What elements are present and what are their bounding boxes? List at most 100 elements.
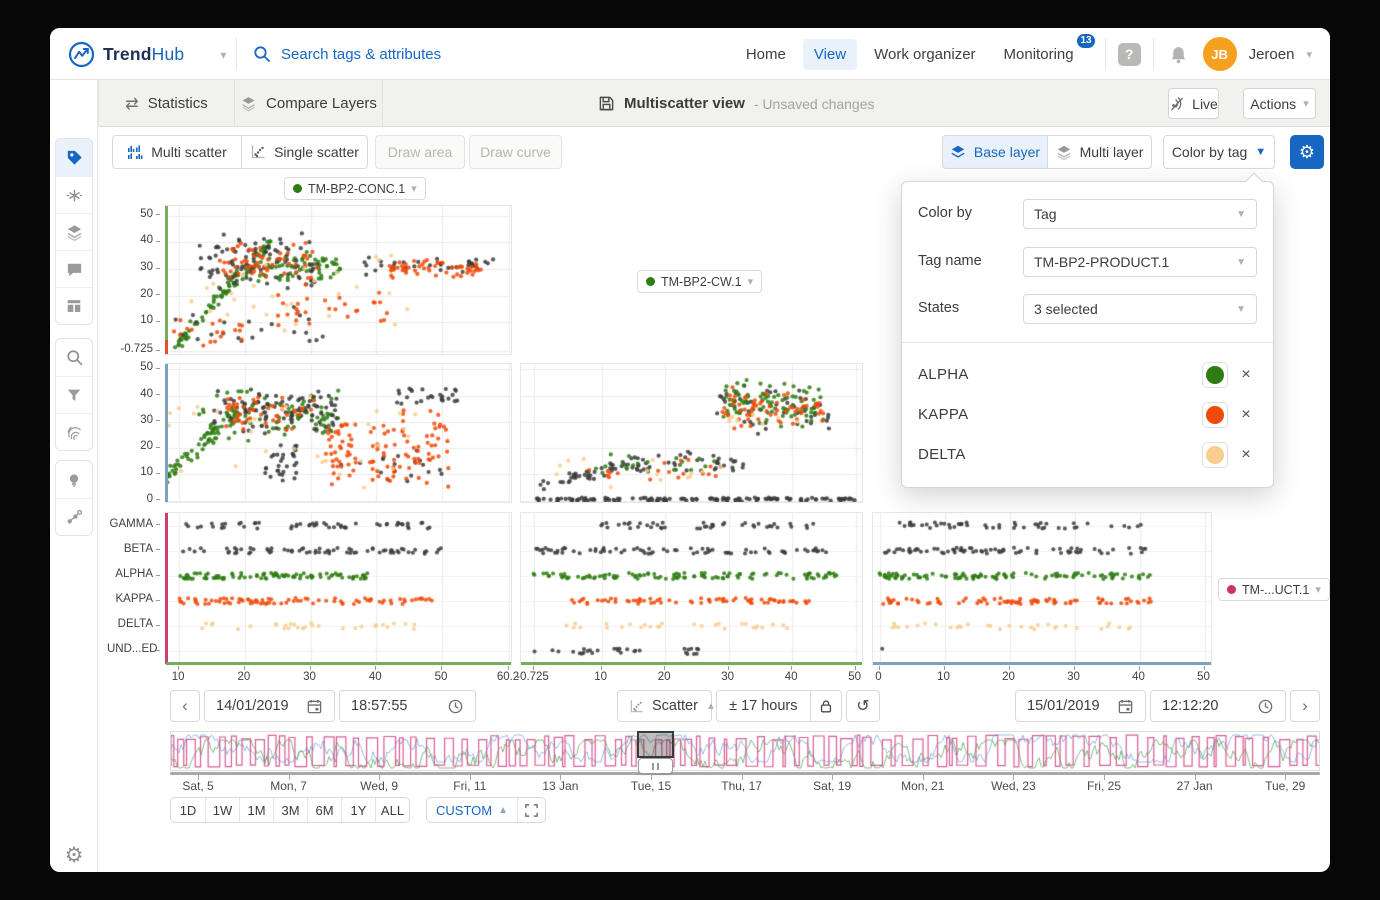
single-scatter-button[interactable]: Single scatter bbox=[242, 135, 368, 169]
sidebar-item-search[interactable] bbox=[56, 339, 92, 376]
state-row-delta: DELTA× bbox=[902, 441, 1273, 469]
state-color-swatch[interactable] bbox=[1202, 402, 1228, 428]
sidebar-item-comments[interactable] bbox=[56, 250, 92, 287]
scatter-plot-cw[interactable] bbox=[520, 363, 863, 503]
multi-layer-button[interactable]: Multi layer bbox=[1048, 135, 1152, 169]
start-date-input[interactable]: 14/01/2019 bbox=[204, 690, 335, 722]
search-placeholder: Search tags & attributes bbox=[281, 46, 441, 63]
sidebar-item-layers[interactable] bbox=[56, 213, 92, 250]
scatter-plot-cw-vs-conc[interactable] bbox=[165, 363, 512, 503]
save-icon[interactable] bbox=[598, 95, 615, 112]
settings-gear-icon[interactable]: ⚙ bbox=[50, 838, 98, 872]
user-menu-caret-icon[interactable]: ▾ bbox=[1306, 48, 1312, 61]
zoom-preset-1m[interactable]: 1M bbox=[239, 798, 273, 822]
remove-state-icon[interactable]: × bbox=[1236, 363, 1256, 387]
global-search[interactable]: Search tags & attributes bbox=[253, 28, 441, 80]
lock-duration-button[interactable] bbox=[811, 698, 841, 714]
color-by-tag-button[interactable]: Color by tag ▼ bbox=[1163, 135, 1275, 169]
strip-plot-product[interactable] bbox=[872, 512, 1212, 665]
timeline-canvas bbox=[171, 732, 1319, 770]
actions-button[interactable]: Actions ▾ bbox=[1243, 88, 1316, 119]
y-tick-label: 50 bbox=[107, 208, 153, 220]
sidebar-item-filter[interactable] bbox=[56, 376, 92, 413]
y-axis-accent bbox=[165, 340, 168, 354]
help-icon[interactable]: ? bbox=[1118, 43, 1141, 66]
end-date-input[interactable]: 15/01/2019 bbox=[1015, 690, 1146, 722]
draw-curve-button[interactable]: Draw curve bbox=[469, 135, 562, 169]
app-logo[interactable]: TrendHub ▾ bbox=[68, 41, 226, 68]
avatar[interactable]: JB bbox=[1203, 37, 1237, 71]
live-button[interactable]: Live bbox=[1168, 88, 1219, 119]
bell-icon[interactable] bbox=[1166, 44, 1191, 65]
timeline-selection-window[interactable] bbox=[637, 731, 674, 758]
chart-mode-dropdown[interactable]: Scatter ▲ bbox=[617, 690, 712, 722]
state-color-swatch[interactable] bbox=[1202, 442, 1228, 468]
sidebar-item-fingerprint[interactable] bbox=[56, 413, 92, 450]
y-axis-line bbox=[165, 513, 168, 664]
zoom-preset-1w[interactable]: 1W bbox=[205, 798, 239, 822]
remove-state-icon[interactable]: × bbox=[1236, 403, 1256, 427]
x-tick-label: 40 bbox=[1117, 671, 1161, 683]
sidebar-item-tag[interactable] bbox=[56, 139, 92, 176]
base-layer-button[interactable]: Base layer bbox=[942, 135, 1048, 169]
timeline-date-label: 13 Jan bbox=[515, 779, 605, 793]
y-tick-label: 40 bbox=[107, 388, 153, 400]
zoom-preset-all[interactable]: ALL bbox=[375, 798, 409, 822]
zoom-preset-1y[interactable]: 1Y bbox=[341, 798, 375, 822]
start-time-input[interactable]: 18:57:55 bbox=[339, 690, 476, 722]
tag-name-select[interactable]: TM-BP2-PRODUCT.1▼ bbox=[1023, 247, 1257, 277]
nav-item-monitoring[interactable]: Monitoring13 bbox=[993, 39, 1085, 70]
states-select[interactable]: 3 selected▼ bbox=[1023, 294, 1257, 324]
legend-chip-conc[interactable]: TM-BP2-CONC.1 ▾ bbox=[284, 177, 426, 200]
scatter-plot-conc[interactable] bbox=[165, 205, 512, 355]
timeline-pause-button[interactable] bbox=[638, 758, 673, 774]
statistics-button[interactable]: ⇄ Statistics bbox=[98, 80, 235, 127]
ideas-icon bbox=[65, 471, 83, 489]
shift-forward-button[interactable]: › bbox=[1290, 690, 1320, 722]
x-tick-label: 10 bbox=[579, 671, 623, 683]
strip-plot-product-vs-cw[interactable] bbox=[520, 512, 863, 665]
sidebar-item-connections[interactable] bbox=[56, 498, 92, 535]
view-toolbar: ⇄ Statistics Compare Layers Multiscatter… bbox=[98, 80, 1330, 127]
timeline-signals[interactable] bbox=[170, 731, 1320, 771]
brand-caret-icon[interactable]: ▾ bbox=[220, 48, 226, 62]
history-button[interactable]: ↺ bbox=[846, 690, 880, 722]
x-tick-label: 20 bbox=[222, 671, 266, 683]
draw-area-button[interactable]: Draw area bbox=[375, 135, 465, 169]
y-category-label: KAPPA bbox=[107, 593, 153, 605]
remove-state-icon[interactable]: × bbox=[1236, 443, 1256, 467]
zoom-preset-3m[interactable]: 3M bbox=[273, 798, 307, 822]
strip-plot-product-vs-conc[interactable] bbox=[165, 512, 512, 665]
zoom-preset-1d[interactable]: 1D bbox=[171, 798, 205, 822]
x-tick-label: 30 bbox=[288, 671, 332, 683]
multi-scatter-button[interactable]: Multi scatter bbox=[112, 135, 242, 169]
color-by-select[interactable]: Tag▼ bbox=[1023, 199, 1257, 229]
sidebar-item-formula[interactable] bbox=[56, 176, 92, 213]
context-timeline[interactable]: Sat, 5Mon, 7Wed, 9Fri, 1113 JanTue, 15Th… bbox=[170, 731, 1320, 793]
nav-item-home[interactable]: Home bbox=[735, 39, 797, 70]
shift-back-button[interactable]: ‹ bbox=[170, 690, 200, 722]
swap-arrows-icon: ⇄ bbox=[125, 94, 138, 114]
state-color-swatch[interactable] bbox=[1202, 362, 1228, 388]
zoom-preset-6m[interactable]: 6M bbox=[307, 798, 341, 822]
y-category-label: GAMMA bbox=[107, 518, 153, 530]
nav-item-view[interactable]: View bbox=[803, 39, 857, 70]
multi-layer-icon bbox=[1056, 144, 1072, 160]
x-tick-label: 30 bbox=[1052, 671, 1096, 683]
legend-chip-cw[interactable]: TM-BP2-CW.1 ▾ bbox=[637, 270, 762, 293]
x-tick-label: 20 bbox=[987, 671, 1031, 683]
chart-settings-button[interactable]: ⚙ bbox=[1290, 135, 1324, 169]
compare-layers-button[interactable]: Compare Layers bbox=[235, 80, 383, 127]
custom-zoom-button[interactable]: CUSTOM ▲ bbox=[427, 803, 517, 818]
sidebar-item-dashboard[interactable] bbox=[56, 287, 92, 324]
y-tick-label: 30 bbox=[107, 261, 153, 273]
timeline-date-label: Mon, 21 bbox=[878, 779, 968, 793]
time-window-value[interactable]: ± 17 hours bbox=[717, 698, 810, 714]
fit-to-window-button[interactable] bbox=[517, 798, 545, 822]
legend-chip-product[interactable]: TM-...UCT.1 ▾ bbox=[1218, 578, 1330, 601]
state-row-alpha: ALPHA× bbox=[902, 361, 1273, 389]
end-time-input[interactable]: 12:12:20 bbox=[1150, 690, 1286, 722]
x-tick-label: 50 bbox=[419, 671, 463, 683]
nav-item-work-organizer[interactable]: Work organizer bbox=[863, 39, 986, 70]
sidebar-item-ideas[interactable] bbox=[56, 461, 92, 498]
